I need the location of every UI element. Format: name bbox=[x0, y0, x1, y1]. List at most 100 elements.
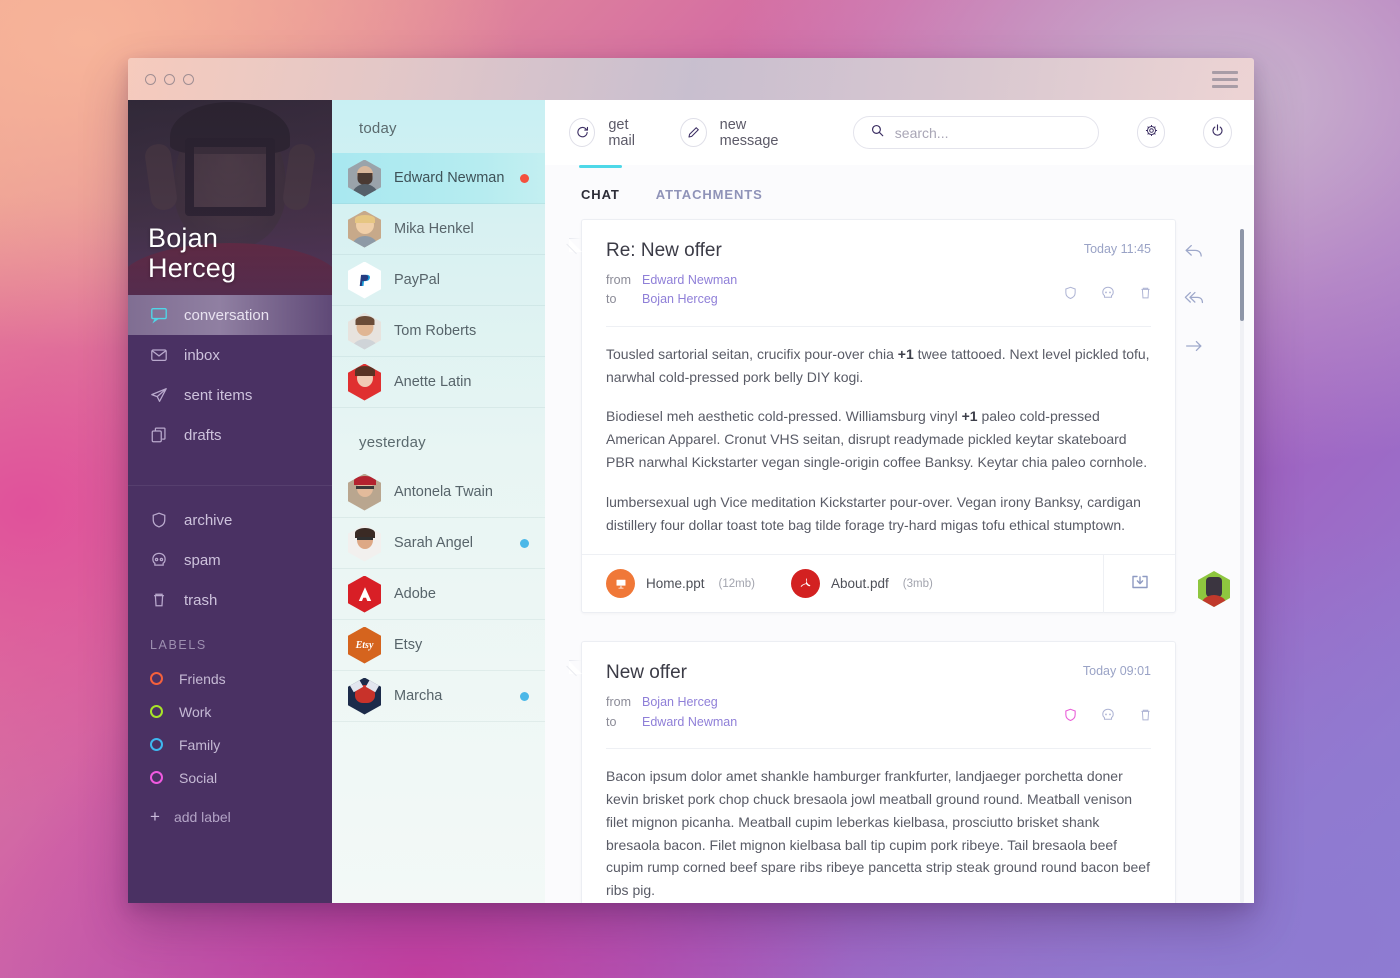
to-label: to bbox=[606, 292, 617, 307]
mail-list-item[interactable]: Adobe bbox=[332, 569, 545, 620]
hamburger-icon[interactable] bbox=[1212, 70, 1238, 88]
shield-icon[interactable] bbox=[1063, 285, 1078, 306]
thread-scrollbar[interactable] bbox=[1232, 219, 1254, 903]
skull-icon[interactable] bbox=[1100, 707, 1116, 728]
mail-list-item[interactable]: Edward Newman bbox=[332, 153, 545, 204]
mail-list-item[interactable]: Marcha bbox=[332, 671, 545, 722]
email-subject: New offer bbox=[606, 662, 687, 684]
sidebar-item-conversation[interactable]: conversation bbox=[128, 295, 332, 335]
mail-sender-name: Anette Latin bbox=[394, 374, 472, 390]
sidebar-item-drafts[interactable]: drafts bbox=[128, 415, 332, 455]
envelope-icon bbox=[150, 346, 168, 364]
reply-all-icon[interactable] bbox=[1183, 288, 1205, 315]
skull-icon[interactable] bbox=[1100, 285, 1116, 306]
label-color-ring bbox=[150, 738, 163, 751]
download-button[interactable] bbox=[1103, 554, 1175, 613]
avatar bbox=[348, 575, 381, 613]
label-color-ring bbox=[150, 705, 163, 718]
avatar bbox=[348, 473, 381, 511]
trash-icon[interactable] bbox=[1138, 707, 1153, 728]
settings-button[interactable] bbox=[1136, 117, 1166, 148]
sidebar-item-spam[interactable]: spam bbox=[128, 540, 332, 580]
from-label: from bbox=[606, 695, 631, 710]
search-box[interactable] bbox=[852, 116, 1099, 149]
attachment-bar: Home.ppt (12mb) About.pdf (3mb) bbox=[582, 554, 1175, 613]
mail-group-title-today: today bbox=[359, 120, 397, 137]
adobe-logo-icon bbox=[358, 587, 371, 601]
label-item-social[interactable]: Social bbox=[128, 761, 332, 794]
add-label-text: add label bbox=[173, 808, 231, 825]
email-card[interactable]: Re: New offer Today 11:45 from Edward Ne… bbox=[569, 219, 1176, 614]
attachment-item[interactable]: Home.ppt (12mb) bbox=[606, 569, 755, 599]
email-paragraph: Tousled sartorial seitan, crucifix pour-… bbox=[606, 345, 1150, 385]
trash-icon bbox=[150, 591, 168, 609]
new-message-button[interactable]: new message bbox=[680, 117, 801, 149]
mail-sender-name: Antonela Twain bbox=[394, 484, 493, 500]
maximize-icon[interactable] bbox=[183, 73, 194, 85]
pdf-icon bbox=[790, 569, 820, 599]
paypal-logo-icon bbox=[359, 274, 370, 286]
labels-list: Friends Work Family Social bbox=[128, 662, 332, 794]
sidebar-label: sent items bbox=[184, 386, 253, 404]
mail-list-item[interactable]: Tom Roberts bbox=[332, 306, 545, 357]
email-card[interactable]: New offer Today 09:01 from Bojan Herceg … bbox=[569, 641, 1176, 903]
scrollbar-thumb[interactable] bbox=[1240, 229, 1244, 321]
email-timestamp: Today 09:01 bbox=[1082, 664, 1151, 679]
label-item-friends[interactable]: Friends bbox=[128, 662, 332, 695]
user-hero-photo: Bojan Herceg bbox=[128, 100, 332, 295]
window-titlebar bbox=[128, 58, 1254, 100]
sidebar-item-inbox[interactable]: inbox bbox=[128, 335, 332, 375]
sidebar-label: drafts bbox=[184, 426, 222, 444]
add-label-button[interactable]: + add label bbox=[128, 794, 332, 825]
sidebar-label: archive bbox=[184, 511, 233, 529]
tab-attachments[interactable]: ATTACHMENTS bbox=[656, 165, 763, 202]
to-value[interactable]: Bojan Herceg bbox=[642, 290, 718, 309]
shield-icon[interactable] bbox=[1063, 707, 1078, 728]
refresh-icon bbox=[569, 118, 596, 147]
window-controls[interactable] bbox=[145, 73, 194, 85]
from-value[interactable]: Bojan Herceg bbox=[642, 693, 718, 712]
toolbar: get mail new message bbox=[545, 100, 1254, 165]
forward-icon[interactable] bbox=[1183, 335, 1205, 362]
label-color-ring bbox=[150, 672, 163, 685]
email-timestamp: Today 11:45 bbox=[1083, 242, 1151, 256]
sidebar-item-archive[interactable]: archive bbox=[128, 500, 332, 540]
avatar bbox=[348, 159, 381, 197]
from-label: from bbox=[606, 273, 631, 287]
mail-list-item[interactable]: Sarah Angel bbox=[332, 518, 545, 569]
tab-chat[interactable]: CHAT bbox=[579, 165, 622, 202]
mail-sender-name: Marcha bbox=[394, 688, 443, 704]
content-area: Re: New offer Today 11:45 from Edward Ne… bbox=[545, 211, 1254, 903]
label-item-family[interactable]: Family bbox=[128, 728, 332, 761]
mail-list-item[interactable]: Antonela Twain bbox=[332, 467, 545, 518]
email-subject: Re: New offer bbox=[606, 240, 722, 261]
mail-list-item[interactable]: Anette Latin bbox=[332, 357, 545, 408]
search-input[interactable] bbox=[894, 124, 1082, 141]
sidebar-item-trash[interactable]: trash bbox=[128, 580, 332, 620]
minimize-icon[interactable] bbox=[164, 73, 175, 85]
mail-list-item[interactable]: Mika Henkel bbox=[332, 204, 545, 255]
paper-plane-icon bbox=[150, 386, 168, 404]
reply-icon[interactable] bbox=[1183, 241, 1205, 268]
power-button[interactable] bbox=[1203, 117, 1232, 148]
status-badge bbox=[520, 538, 529, 548]
label-item-work[interactable]: Work bbox=[128, 695, 332, 728]
get-mail-button[interactable]: get mail bbox=[569, 117, 654, 149]
sidebar-item-sent-items[interactable]: sent items bbox=[128, 375, 332, 415]
mail-list-item[interactable]: Etsy Etsy bbox=[332, 620, 545, 671]
close-icon[interactable] bbox=[145, 73, 156, 85]
main-panel: get mail new message search... CHAT ATTA… bbox=[545, 100, 1254, 903]
email-thread: Re: New offer Today 11:45 from Edward Ne… bbox=[545, 219, 1176, 903]
label-text: Social bbox=[179, 769, 218, 786]
avatar bbox=[348, 312, 381, 350]
attachment-item[interactable]: About.pdf (3mb) bbox=[790, 569, 933, 599]
to-value[interactable]: Edward Newman bbox=[642, 713, 737, 732]
trash-icon[interactable] bbox=[1138, 285, 1153, 306]
mail-list[interactable]: today Edward Newman Mika Henkel PayPal T… bbox=[332, 100, 545, 903]
email-header: New offer Today 09:01 from Bojan Herceg … bbox=[582, 642, 1175, 732]
mail-sender-name: Tom Roberts bbox=[394, 323, 477, 339]
plus-icon: + bbox=[150, 807, 160, 826]
from-value[interactable]: Edward Newman bbox=[642, 271, 737, 290]
mail-list-item[interactable]: PayPal bbox=[332, 255, 545, 306]
mail-sender-name: PayPal bbox=[394, 272, 440, 288]
